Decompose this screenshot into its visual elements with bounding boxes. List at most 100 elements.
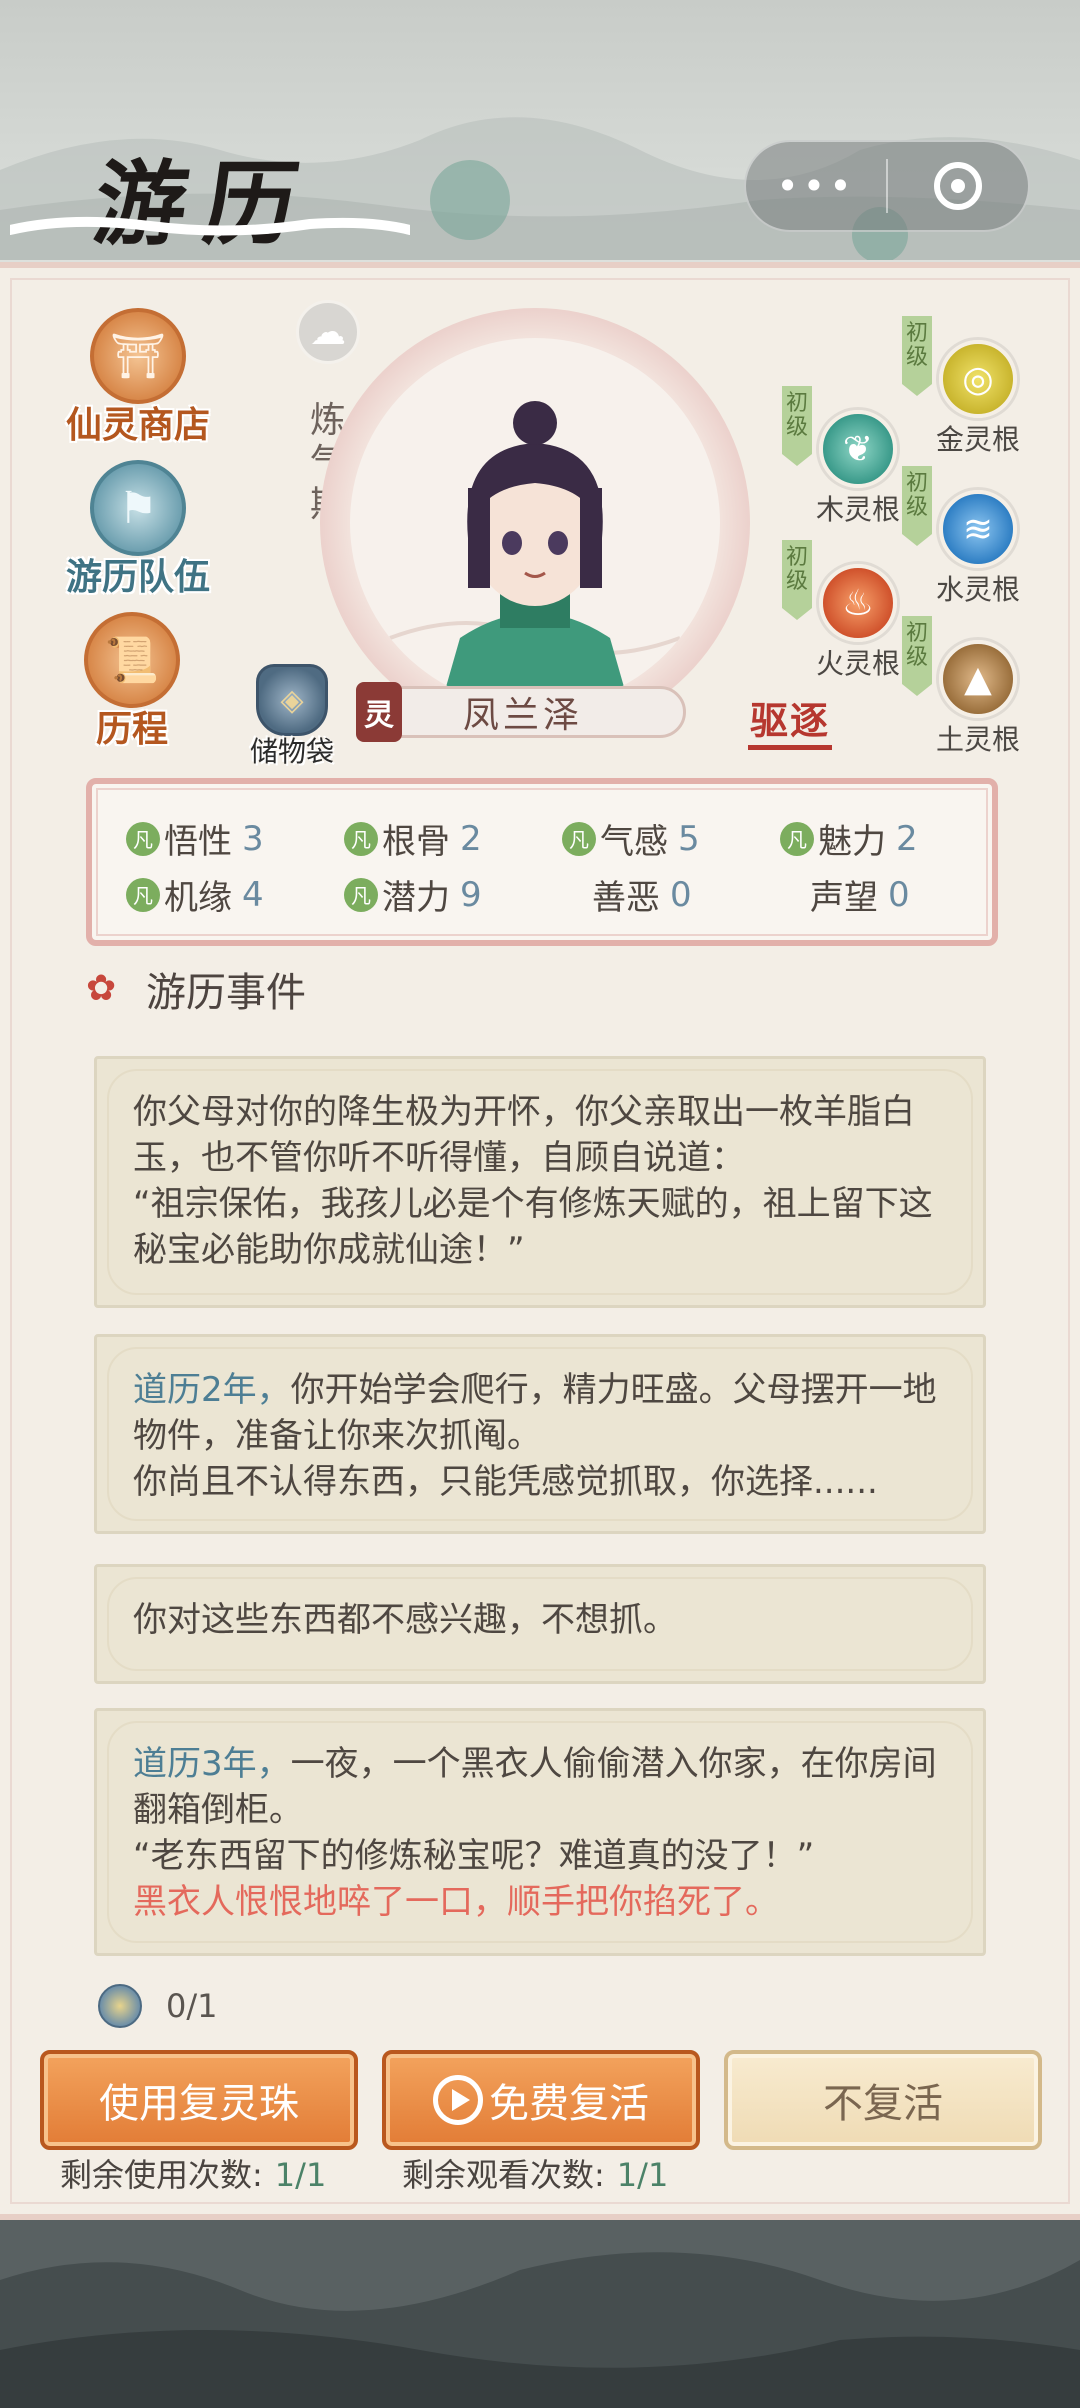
stat-potential: 凡 潜力 9 bbox=[344, 870, 482, 919]
stat-charm: 凡 魅力 2 bbox=[780, 814, 918, 863]
stat-comprehension: 凡 悟性 3 bbox=[126, 814, 264, 863]
stat-label: 悟性 bbox=[164, 822, 232, 862]
stat-morality: 善恶 0 bbox=[592, 870, 692, 919]
avatar-frame bbox=[320, 308, 750, 738]
flame-icon: ♨ bbox=[819, 564, 897, 642]
spirit-root-label: 土灵根 bbox=[936, 723, 1021, 756]
stat-bone: 凡 根骨 2 bbox=[344, 814, 482, 863]
character-name: 凤兰泽 bbox=[462, 695, 583, 736]
mountain-background-bottom bbox=[0, 2220, 1080, 2408]
spirit-root-water[interactable]: 初级 ≋ 水灵根 bbox=[902, 466, 1021, 608]
history-label: 历程 bbox=[95, 709, 168, 750]
spirit-root-label: 金灵根 bbox=[936, 423, 1021, 456]
pearl-icon bbox=[98, 1984, 142, 2028]
wave-icon: ≋ bbox=[939, 490, 1017, 568]
grade-tag: 初级 bbox=[902, 316, 932, 396]
stat-value: 9 bbox=[460, 874, 482, 915]
spirit-root-label: 木灵根 bbox=[816, 493, 901, 526]
mini-program-capsule: ••• bbox=[744, 140, 1030, 232]
remain-watch-count: 剩余观看次数: 1/1 bbox=[402, 2150, 668, 2196]
leaf-icon: ❦ bbox=[819, 410, 897, 488]
mortal-grade-icon: 凡 bbox=[780, 821, 814, 856]
events-title: 游历事件 bbox=[146, 970, 306, 1016]
spirit-root-label: 水灵根 bbox=[936, 573, 1021, 606]
character-portrait bbox=[350, 338, 720, 708]
mortal-grade-icon: 凡 bbox=[344, 877, 378, 912]
stat-reputation: 声望 0 bbox=[810, 870, 910, 919]
stat-label: 魅力 bbox=[818, 822, 886, 862]
storage-bag-button[interactable]: ◈ 储物袋 bbox=[250, 664, 334, 770]
stat-label: 根骨 bbox=[382, 822, 450, 862]
page-title: 游历 bbox=[87, 150, 323, 258]
remain-use-value: 1/1 bbox=[274, 2156, 327, 2194]
pearl-count: 0/1 bbox=[166, 1987, 218, 2025]
expel-button[interactable]: 驱逐 bbox=[748, 690, 833, 750]
revive-pearl-count: 0/1 bbox=[98, 1984, 218, 2028]
shop-button[interactable]: ⛩ 仙灵商店 bbox=[66, 308, 210, 448]
spirit-root-label: 火灵根 bbox=[816, 647, 901, 680]
mortal-grade-icon: 凡 bbox=[126, 821, 160, 856]
mountain-icon: ▲ bbox=[939, 640, 1017, 718]
stat-value: 0 bbox=[888, 874, 910, 915]
event-year: 道历3年， bbox=[133, 1744, 291, 1784]
event-card: 你对这些东西都不感兴趣，不想抓。 bbox=[94, 1564, 986, 1684]
stat-qi-sense: 凡 气感 5 bbox=[562, 814, 700, 863]
stat-label: 声望 bbox=[810, 878, 878, 918]
no-revive-button[interactable]: 不复活 bbox=[724, 2050, 1042, 2150]
remain-use-label: 剩余使用次数: bbox=[60, 2156, 263, 2194]
spirit-root-gold[interactable]: 初级 ◎ 金灵根 bbox=[902, 316, 1021, 458]
mortal-grade-icon: 凡 bbox=[126, 877, 160, 912]
more-button[interactable]: ••• bbox=[746, 142, 886, 230]
attribute-panel: 凡 悟性 3 凡 根骨 2 凡 气感 5 凡 魅力 2 凡 机缘 4 凡 潜力 … bbox=[86, 778, 998, 946]
grade-tag: 初级 bbox=[902, 466, 932, 546]
event-text: 你对这些东西都不感兴趣，不想抓。 bbox=[133, 1600, 677, 1640]
free-revive-button[interactable]: 免费复活 bbox=[382, 2050, 700, 2150]
stat-label: 气感 bbox=[600, 822, 668, 862]
use-pearl-button[interactable]: 使用复灵珠 bbox=[40, 2050, 358, 2150]
remain-use-count: 剩余使用次数: 1/1 bbox=[60, 2150, 326, 2196]
grade-tag: 初级 bbox=[782, 386, 812, 466]
realm-cloud-icon: ☁ bbox=[296, 300, 360, 364]
event-card: 道历2年，你开始学会爬行，精力旺盛。父母摆开一地物件，准备让你来次抓阄。 你尚且… bbox=[94, 1334, 986, 1534]
event-year: 道历2年， bbox=[133, 1370, 291, 1410]
spirit-root-fire[interactable]: 初级 ♨ 火灵根 bbox=[782, 540, 901, 682]
team-icon: ⚑ bbox=[90, 460, 186, 556]
events-header: ✿ 游历事件 bbox=[86, 960, 306, 1018]
stat-fortune: 凡 机缘 4 bbox=[126, 870, 264, 919]
stat-value: 2 bbox=[460, 818, 482, 859]
spirit-badge: 灵 bbox=[356, 682, 402, 742]
stat-label: 善恶 bbox=[592, 878, 660, 918]
stat-label: 潜力 bbox=[382, 878, 450, 918]
scroll-icon: 📜 bbox=[84, 612, 180, 708]
more-dots-icon: ••• bbox=[776, 164, 856, 208]
mortal-grade-icon: 凡 bbox=[344, 821, 378, 856]
stat-value: 2 bbox=[896, 818, 918, 859]
spirit-root-earth[interactable]: 初级 ▲ 土灵根 bbox=[902, 616, 1021, 758]
event-card: 你父母对你的降生极为开怀，你父亲取出一枚羊脂白玉，也不管你听不听得懂，自顾自说道… bbox=[94, 1056, 986, 1308]
bag-label: 储物袋 bbox=[250, 735, 335, 768]
grade-tag: 初级 bbox=[902, 616, 932, 696]
close-mini-program-button[interactable] bbox=[888, 142, 1028, 230]
gold-swirl-icon: ◎ bbox=[939, 340, 1017, 418]
shop-label: 仙灵商店 bbox=[66, 405, 211, 446]
event-text: 你父母对你的降生极为开怀，你父亲取出一枚羊脂白玉，也不管你听不听得懂，自顾自说道… bbox=[133, 1092, 933, 1270]
no-revive-label: 不复活 bbox=[823, 2081, 943, 2127]
spirit-root-wood[interactable]: 初级 ❦ 木灵根 bbox=[782, 386, 901, 528]
stat-value: 0 bbox=[670, 874, 692, 915]
mortal-grade-icon: 凡 bbox=[562, 821, 596, 856]
history-button[interactable]: 📜 历程 bbox=[84, 612, 180, 752]
stat-value: 5 bbox=[678, 818, 700, 859]
play-icon bbox=[433, 2075, 483, 2125]
stat-value: 3 bbox=[242, 818, 264, 859]
stat-label: 机缘 bbox=[164, 878, 232, 918]
event-death-text: 黑衣人恨恨地啐了一口，顺手把你掐死了。 bbox=[133, 1882, 779, 1922]
remain-watch-value: 1/1 bbox=[616, 2156, 669, 2194]
shop-icon: ⛩ bbox=[90, 308, 186, 404]
event-card: 道历3年，一夜，一个黑衣人偷偷潜入你家，在你房间翻箱倒柜。 “老东西留下的修炼秘… bbox=[94, 1708, 986, 1956]
team-label: 游历队伍 bbox=[66, 557, 211, 598]
name-plate: 凤兰泽 bbox=[360, 686, 686, 738]
free-revive-label: 免费复活 bbox=[489, 2081, 649, 2127]
team-button[interactable]: ⚑ 游历队伍 bbox=[66, 460, 210, 600]
use-pearl-label: 使用复灵珠 bbox=[99, 2081, 299, 2127]
character-illustration bbox=[389, 401, 681, 708]
